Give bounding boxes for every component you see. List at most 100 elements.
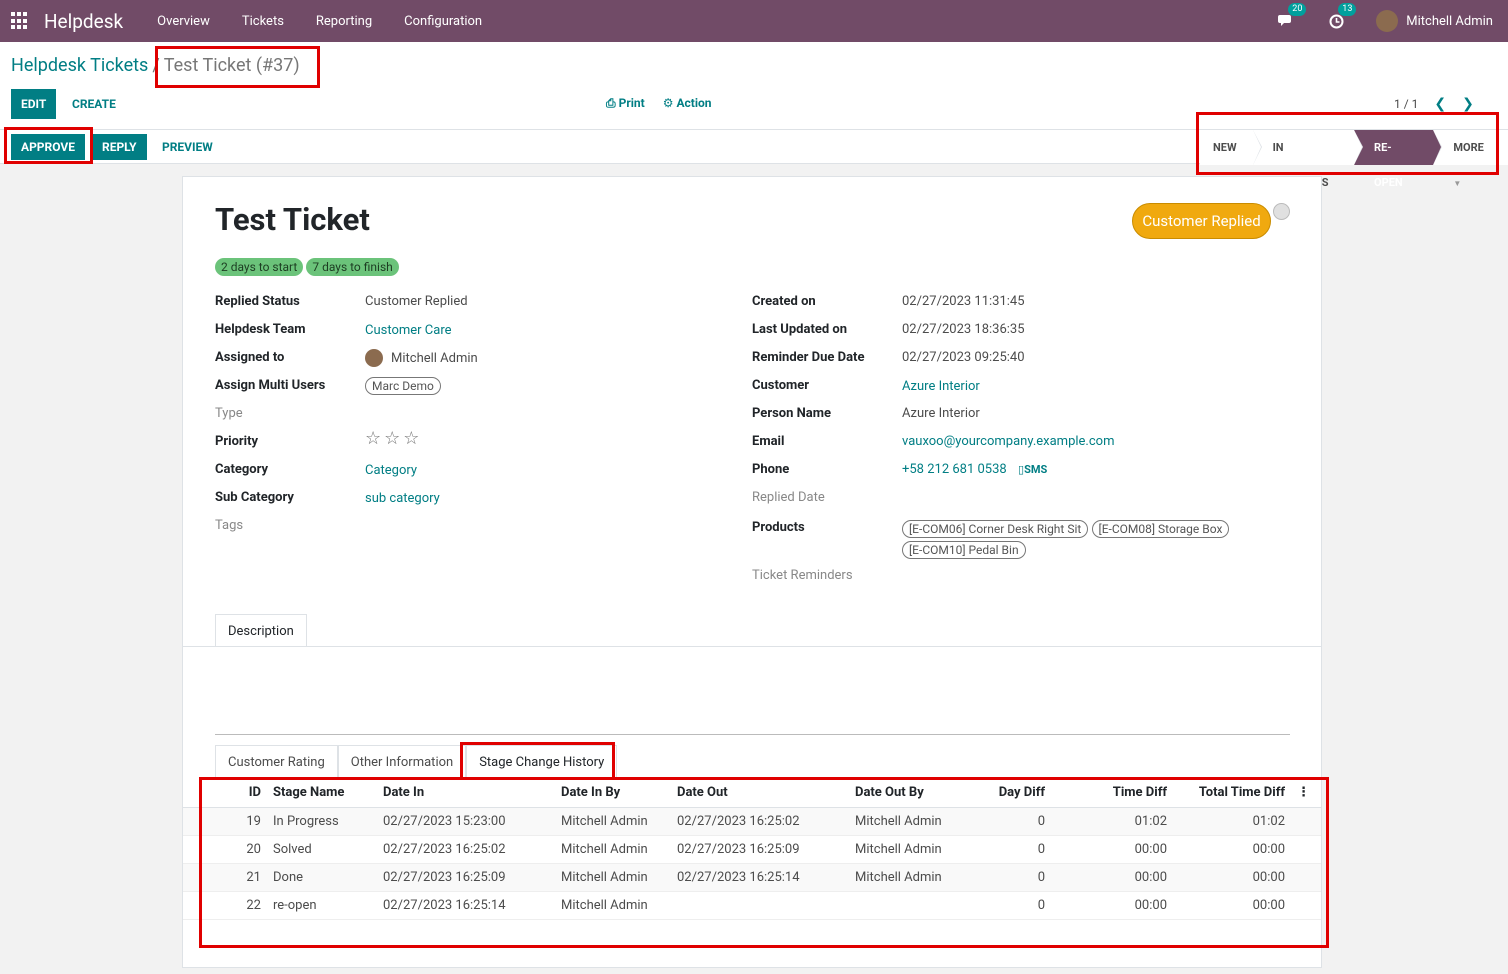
- menu-configuration[interactable]: Configuration: [388, 14, 498, 29]
- col-id[interactable]: ID: [183, 778, 267, 808]
- star-icon[interactable]: ☆: [403, 428, 422, 449]
- stage-new[interactable]: NEW: [1200, 130, 1262, 165]
- product-tag[interactable]: [E-COM08] Storage Box: [1091, 520, 1230, 538]
- user-tag[interactable]: Marc Demo: [365, 377, 441, 395]
- products-label: Products: [752, 520, 805, 535]
- star-icon[interactable]: ☆: [365, 428, 384, 449]
- pager-value[interactable]: 1 / 1: [1394, 97, 1418, 111]
- kanban-state-icon[interactable]: [1273, 203, 1290, 220]
- tab-stage-change-history[interactable]: Stage Change History: [466, 745, 618, 778]
- cell-day-diff: 0: [959, 863, 1051, 892]
- sms-label: SMS: [1024, 463, 1048, 476]
- stage-in-progress[interactable]: IN PROGRESS: [1252, 130, 1364, 189]
- kebab-icon[interactable]: ⋮: [1297, 785, 1310, 800]
- product-tag[interactable]: [E-COM06] Corner Desk Right Sit: [902, 520, 1089, 538]
- preview-button[interactable]: PREVIEW: [152, 134, 223, 160]
- cell-id: 19: [183, 807, 267, 836]
- col-day-diff[interactable]: Day Diff: [959, 778, 1051, 808]
- cell-stage-name: Solved: [267, 835, 377, 864]
- table-header-row: ID Stage Name Date In Date In By Date Ou…: [183, 778, 1321, 808]
- replied-status-value[interactable]: Customer Replied: [365, 294, 468, 309]
- assign-multi-users-value[interactable]: Marc Demo: [365, 377, 441, 395]
- person-name-value[interactable]: Azure Interior: [902, 406, 980, 421]
- helpdesk-team-value[interactable]: Customer Care: [365, 323, 452, 338]
- chevron-left-icon[interactable]: ❮: [1434, 96, 1446, 112]
- person-name-label: Person Name: [752, 406, 832, 421]
- products-value[interactable]: [E-COM06] Corner Desk Right Sit [E-COM08…: [902, 519, 1262, 561]
- stage-more[interactable]: MORE ▼: [1433, 130, 1508, 188]
- cell-date-in-by: Mitchell Admin: [555, 807, 671, 836]
- menu-tickets[interactable]: Tickets: [226, 14, 300, 29]
- approve-button[interactable]: APPROVE: [11, 134, 85, 160]
- activities-icon[interactable]: 13: [1326, 3, 1357, 31]
- stage-re-open[interactable]: RE-OPEN: [1354, 130, 1443, 189]
- chevron-right-icon[interactable]: ❯: [1462, 96, 1474, 112]
- table-row[interactable]: 19 In Progress 02/27/2023 15:23:00 Mitch…: [183, 807, 1321, 836]
- section-divider: [215, 734, 1290, 735]
- created-on-label: Created on: [752, 294, 816, 309]
- col-date-in[interactable]: Date In: [377, 778, 555, 808]
- col-date-in-by[interactable]: Date In By: [555, 778, 671, 808]
- table-row[interactable]: 22 re-open 02/27/2023 16:25:14 Mitchell …: [183, 891, 1321, 920]
- tab-divider: [183, 646, 1321, 647]
- cell-date-out-by: [849, 891, 959, 920]
- edit-button[interactable]: EDIT: [11, 89, 57, 119]
- gear-icon: ⚙: [662, 96, 674, 110]
- user-menu[interactable]: Mitchell Admin: [1376, 10, 1493, 32]
- ticket-reminders-label: Ticket Reminders: [752, 568, 853, 583]
- replied-status-label: Replied Status: [215, 294, 300, 309]
- cell-total-time-diff: 00:00: [1173, 891, 1291, 920]
- messages-icon[interactable]: 20: [1276, 3, 1307, 31]
- cell-day-diff: 0: [959, 891, 1051, 920]
- form-sheet: Test Ticket Customer Replied 2 days to s…: [182, 176, 1322, 968]
- category-value[interactable]: Category: [365, 463, 417, 478]
- assign-multi-users-label: Assign Multi Users: [215, 378, 326, 393]
- days-to-finish-tag: 7 days to finish: [306, 258, 399, 276]
- cell-date-out-by: Mitchell Admin: [849, 863, 959, 892]
- cell-day-diff: 0: [959, 835, 1051, 864]
- cell-id: 21: [183, 863, 267, 892]
- phone-label: Phone: [752, 462, 790, 477]
- cell-stage-name: Done: [267, 863, 377, 892]
- sms-button[interactable]: ▯SMS: [1018, 463, 1047, 476]
- create-button[interactable]: CREATE: [62, 89, 126, 119]
- assignee-avatar: [365, 349, 383, 367]
- apps-menu-icon[interactable]: [11, 12, 29, 30]
- col-total-time-diff[interactable]: Total Time Diff: [1173, 778, 1291, 808]
- reply-button[interactable]: REPLY: [92, 134, 147, 160]
- col-stage-name[interactable]: Stage Name: [267, 778, 377, 808]
- print-menu[interactable]: ⎙ Print: [606, 96, 645, 111]
- cell-time-diff: 00:00: [1051, 835, 1173, 864]
- email-value[interactable]: vauxoo@yourcompany.example.com: [902, 434, 1114, 449]
- phone-value[interactable]: +58 212 681 0538: [902, 462, 1007, 477]
- activities-badge: 13: [1338, 3, 1357, 16]
- cell-id: 22: [183, 891, 267, 920]
- optional-columns-toggle[interactable]: ⋮: [1291, 778, 1321, 808]
- user-name: Mitchell Admin: [1406, 13, 1493, 29]
- table-row[interactable]: 21 Done 02/27/2023 16:25:09 Mitchell Adm…: [183, 863, 1321, 892]
- col-date-out-by[interactable]: Date Out By: [849, 778, 959, 808]
- breadcrumb-parent[interactable]: Helpdesk Tickets: [11, 55, 148, 76]
- col-date-out[interactable]: Date Out: [671, 778, 849, 808]
- tab-other-information[interactable]: Other Information: [337, 745, 467, 778]
- print-label: Print: [618, 96, 645, 110]
- col-time-diff[interactable]: Time Diff: [1051, 778, 1173, 808]
- pager: 1 / 1 ❮ ❯: [1394, 96, 1474, 112]
- priority-label: Priority: [215, 434, 259, 449]
- priority-stars[interactable]: ☆☆☆: [365, 428, 422, 449]
- product-tag[interactable]: [E-COM10] Pedal Bin: [902, 541, 1026, 559]
- sub-category-value[interactable]: sub category: [365, 491, 440, 506]
- menu-overview[interactable]: Overview: [141, 14, 226, 29]
- menu-reporting[interactable]: Reporting: [300, 14, 388, 29]
- assigned-to-value[interactable]: Mitchell Admin: [365, 349, 478, 367]
- tab-description[interactable]: Description: [215, 614, 307, 647]
- app-brand[interactable]: Helpdesk: [44, 10, 123, 33]
- replied-date-label: Replied Date: [752, 490, 825, 505]
- customer-value[interactable]: Azure Interior: [902, 379, 980, 394]
- table-row[interactable]: 20 Solved 02/27/2023 16:25:02 Mitchell A…: [183, 835, 1321, 864]
- star-icon[interactable]: ☆: [384, 428, 403, 449]
- action-menu[interactable]: ⚙ Action: [663, 96, 712, 111]
- customer-replied-button[interactable]: Customer Replied: [1132, 203, 1271, 239]
- tab-customer-rating[interactable]: Customer Rating: [215, 745, 338, 778]
- category-label: Category: [215, 462, 269, 477]
